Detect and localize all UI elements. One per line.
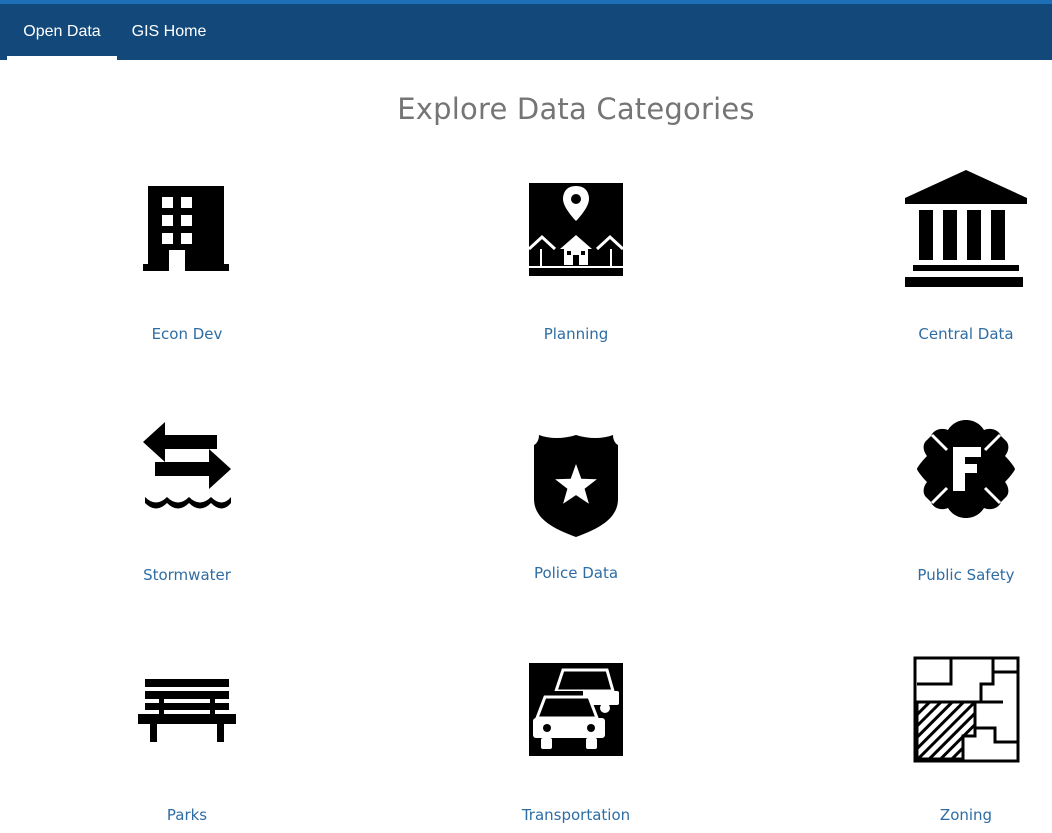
cars-icon [529,663,623,756]
park-bench-icon [138,679,236,742]
category-label[interactable]: Central Data [851,325,1052,343]
category-label[interactable]: Police Data [461,564,691,582]
top-navigation-bar: Open Data GIS Home [0,0,1052,60]
office-building-icon [143,186,229,271]
category-card-zoning[interactable]: Zoning [851,649,1052,833]
category-card-transportation[interactable]: Transportation [461,649,691,833]
page-title: Explore Data Categories [397,92,755,126]
water-flow-arrows-icon [143,422,231,509]
category-card-planning[interactable]: Planning [461,168,691,368]
category-label[interactable]: Stormwater [72,566,302,584]
zoning-map-icon [913,656,1020,763]
nav-item-gis-home[interactable]: GIS Home [118,8,220,60]
category-card-police-data[interactable]: Police Data [461,408,691,608]
category-card-public-safety[interactable]: Public Safety [851,409,1052,609]
category-label[interactable]: Transportation [461,806,691,824]
map-pin-neighborhood-icon [527,183,625,276]
category-label[interactable]: Planning [461,325,691,343]
category-label[interactable]: Econ Dev [72,325,302,343]
fire-department-badge-icon [917,420,1015,518]
category-label[interactable]: Zoning [851,806,1052,824]
category-card-stormwater[interactable]: Stormwater [72,409,302,609]
nav-item-open-data[interactable]: Open Data [7,8,117,60]
government-building-icon [905,170,1027,287]
category-label[interactable]: Public Safety [851,566,1052,584]
category-card-central-data[interactable]: Central Data [851,168,1052,368]
police-badge-icon [534,435,618,537]
category-label[interactable]: Parks [72,806,302,824]
category-card-parks[interactable]: Parks [72,649,302,833]
category-card-econ-dev[interactable]: Econ Dev [72,168,302,368]
